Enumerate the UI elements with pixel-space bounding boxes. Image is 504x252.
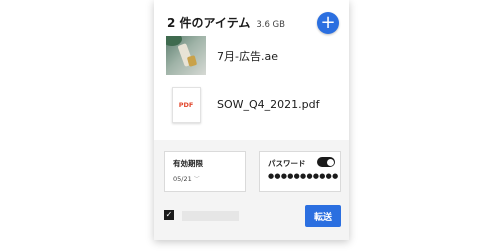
file-list-section: 2 件のアイテム 3.6 GB + 7月-広告.ae PDF SOW_Q4_20… [154,0,349,140]
transfer-panel: 2 件のアイテム 3.6 GB + 7月-広告.ae PDF SOW_Q4_20… [154,0,349,240]
plus-icon: + [320,12,336,33]
expiry-date-value: 05/21 [173,175,192,183]
chevron-down-icon: ﹀ [193,176,200,183]
password-field[interactable]: パスワード ●●●●●●●●●●● [259,151,341,192]
option-checkbox[interactable]: ✓ [164,210,174,220]
password-label: パスワード [268,159,306,168]
pdf-icon-label: PDF [178,100,194,109]
send-button-label: 転送 [313,212,332,223]
thumbnail-product-shape [186,55,198,67]
item-count-title: 2 件のアイテム [167,16,251,30]
file-name: SOW_Q4_2021.pdf [217,98,320,111]
expiry-field[interactable]: 有効期限 05/21 ﹀ [164,151,246,192]
file-name: 7月-広告.ae [217,49,278,63]
expiry-label: 有効期限 [173,159,203,168]
file-item[interactable]: PDF SOW_Q4_2021.pdf [166,85,320,124]
total-size: 3.6 GB [256,20,285,30]
panel-header: 2 件のアイテム 3.6 GB [167,14,285,31]
send-button[interactable]: 転送 [305,205,341,227]
password-input[interactable]: ●●●●●●●●●●● [268,172,339,180]
file-item[interactable]: 7月-広告.ae [166,36,278,75]
password-toggle[interactable] [317,157,335,167]
expiry-date-select[interactable]: 05/21 ﹀ [173,174,200,183]
image-thumbnail [166,36,206,75]
toggle-knob [326,158,334,166]
checkmark-icon: ✓ [165,210,173,219]
checkbox-label-placeholder [182,211,239,221]
add-files-button[interactable]: + [317,12,339,34]
pdf-file-icon: PDF [166,85,206,124]
pdf-page-shape: PDF [171,86,201,123]
